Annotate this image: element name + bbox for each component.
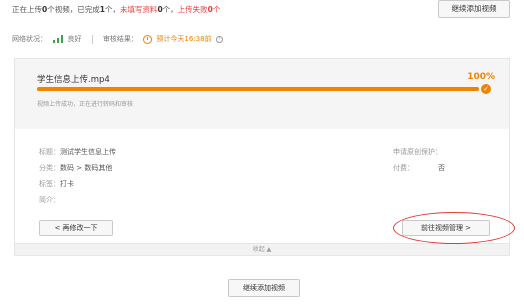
top-bar: 正在上传0个视频，已完成1个，未填写资料0个，上传失败0个 继续添加视频 (0, 0, 524, 22)
title-row: 标题：测试学生信息上传 (39, 147, 116, 157)
help-icon[interactable]: ? (215, 35, 223, 43)
summary-sep: 个， (104, 5, 120, 14)
status-row: 网络状况： 良好 审核结果： 预计今天16:38前 ? (12, 34, 223, 48)
paid-value: 否 (438, 164, 445, 172)
signal-icon (53, 35, 64, 43)
original-label: 申请原创保护： (393, 148, 442, 156)
video-filename: 学生信息上传.mp4 (37, 75, 110, 85)
clock-icon (143, 34, 153, 44)
check-icon: ✓ (481, 84, 491, 94)
summary-prefix: 正在上传 (12, 5, 42, 14)
summary-failed-label: 上传失败 (177, 5, 208, 14)
tags-value: 打卡 (60, 180, 74, 188)
category-row: 分类：数码 > 数码其他 (39, 163, 112, 173)
intro-row: 简介： (39, 195, 60, 205)
original-row: 申请原创保护： (393, 147, 442, 157)
network-value: 良好 (67, 35, 82, 43)
edit-again-button[interactable]: < 再修改一下 (39, 220, 113, 236)
upload-summary: 正在上传0个视频，已完成1个，未填写资料0个，上传失败0个 (12, 4, 220, 15)
upload-progress-panel: 学生信息上传.mp4 100% ✓ 视频上传成功，正在进行转码和审核 (15, 59, 509, 129)
intro-label: 简介： (39, 196, 60, 204)
collapse-toggle[interactable]: 收起 ▲ (15, 243, 509, 255)
network-label: 网络状况： (12, 35, 47, 43)
summary-missing-post: 个， (162, 5, 178, 14)
progress-percent: 100% (467, 72, 495, 82)
review-label: 审核结果： (102, 35, 138, 43)
tags-label: 标签： (39, 180, 60, 188)
tags-row: 标签：打卡 (39, 179, 74, 189)
paid-label: 付费： (393, 164, 414, 172)
review-value: 预计今天16:38前 (156, 35, 212, 43)
annotation-circle (393, 212, 515, 244)
continue-add-video-button-bottom[interactable]: 继续添加视频 (228, 279, 300, 297)
upload-hint: 视频上传成功，正在进行转码和审核 (37, 101, 134, 108)
paid-row: 付费： 否 (393, 163, 445, 173)
title-label: 标题： (39, 148, 60, 156)
progress-bar (37, 87, 479, 91)
summary-mid: 个视频，已完成 (47, 5, 100, 14)
continue-add-video-button-top[interactable]: 继续添加视频 (438, 0, 510, 18)
summary-failed-post: 个 (212, 5, 221, 14)
category-label: 分类： (39, 164, 60, 172)
category-value: 数码 > 数码其他 (60, 164, 113, 172)
title-value: 测试学生信息上传 (60, 148, 116, 156)
summary-missing-label: 未填写资料 (119, 5, 158, 14)
divider (91, 34, 93, 44)
